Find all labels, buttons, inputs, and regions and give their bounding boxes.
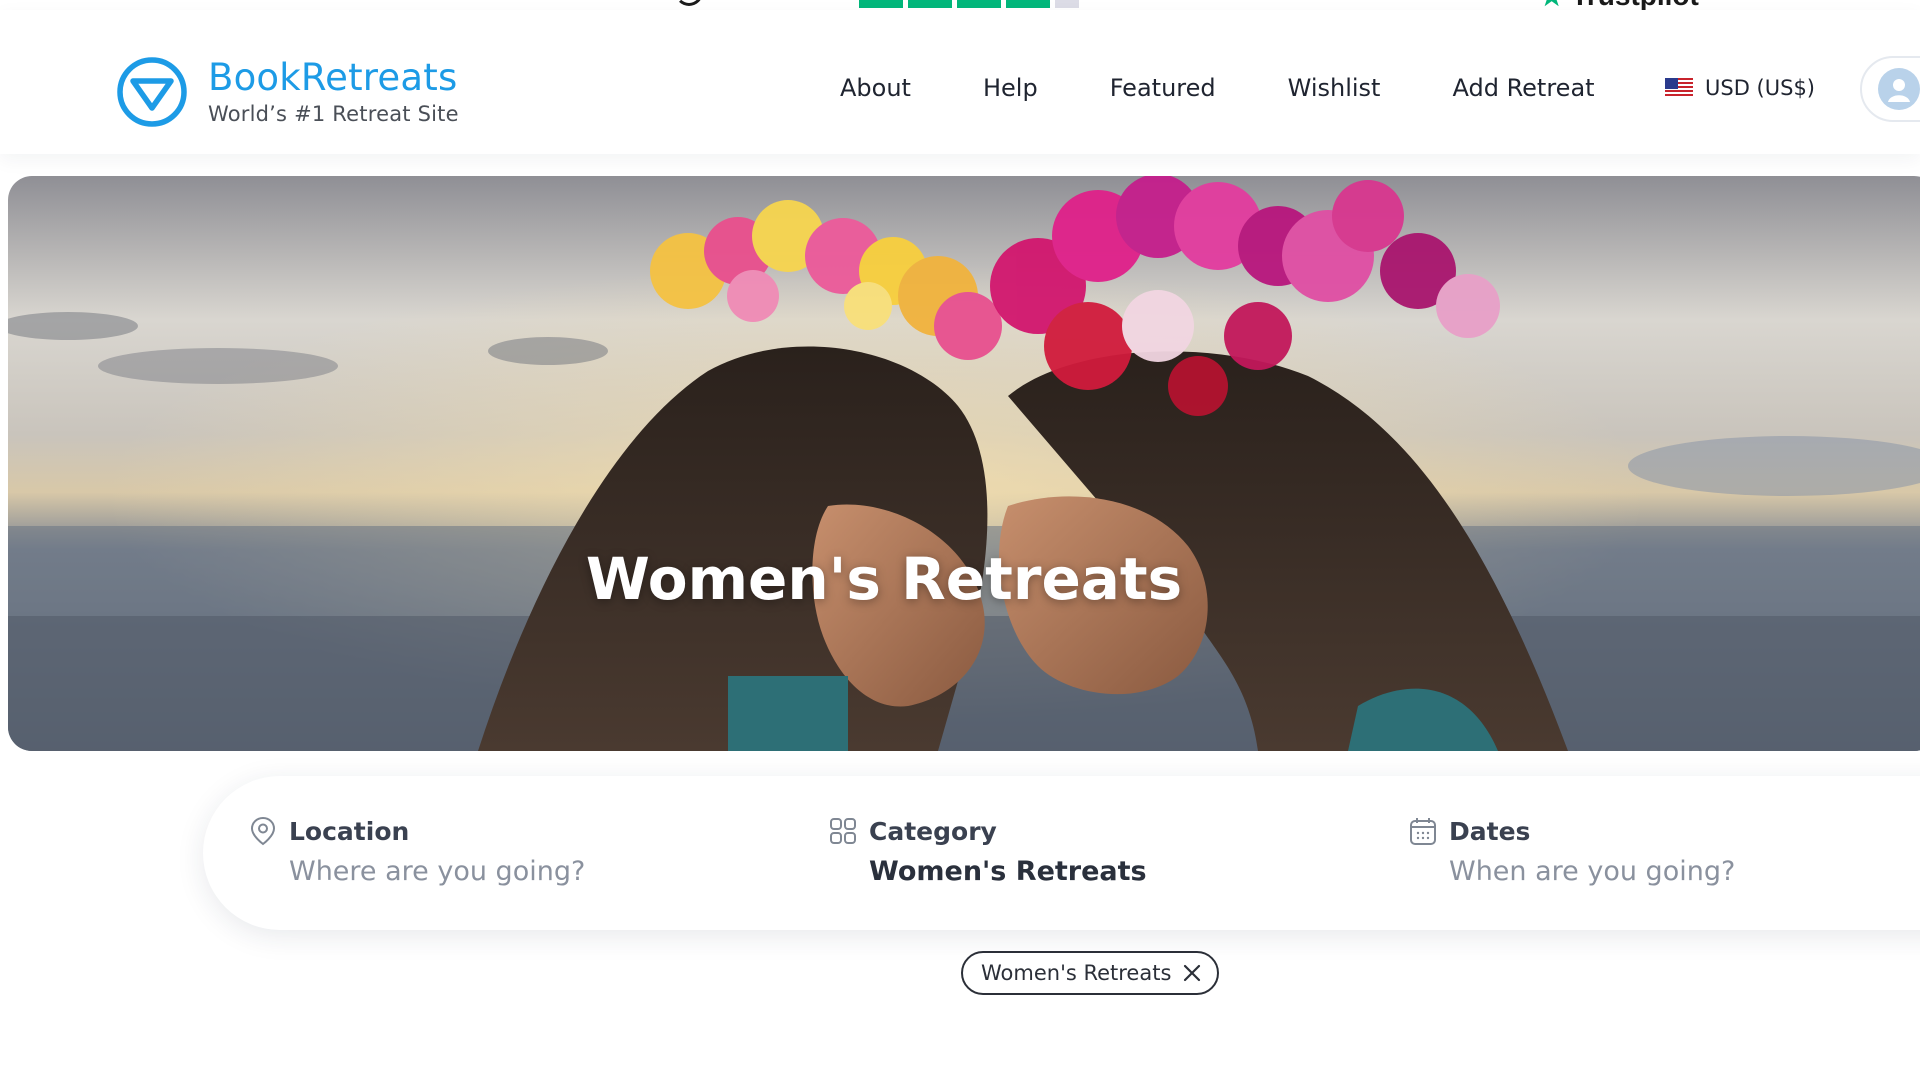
main-nav: About Help Featured Wishlist Add Retreat: [840, 74, 1667, 102]
trustpilot-rating-stars: [859, 0, 1079, 8]
account-menu-button[interactable]: [1860, 56, 1920, 122]
rating-star-icon: [859, 0, 903, 8]
hero-title: Women's Retreats: [585, 545, 1183, 613]
dates-label-row: Dates: [1409, 816, 1735, 846]
map-pin-icon: [250, 816, 276, 846]
user-avatar-icon: [1878, 68, 1920, 110]
location-input[interactable]: Where are you going?: [289, 856, 585, 887]
rating-star-icon: [957, 0, 1001, 8]
trust-strip: ★ Trustpilot: [0, 0, 1920, 11]
close-icon[interactable]: [1183, 964, 1201, 982]
location-label: Location: [289, 816, 410, 846]
site-header: BookRetreats World’s #1 Retreat Site Abo…: [0, 10, 1920, 154]
hero-banner: [8, 176, 1920, 751]
filter-chip-label: Women's Retreats: [981, 961, 1172, 985]
calendar-icon: [1410, 818, 1436, 845]
nav-about[interactable]: About: [840, 74, 911, 102]
dates-label: Dates: [1449, 816, 1531, 846]
currency-label: USD (US$): [1705, 76, 1815, 100]
nav-add-retreat[interactable]: Add Retreat: [1452, 74, 1594, 102]
nav-help[interactable]: Help: [983, 74, 1038, 102]
logo-text: BookRetreats World’s #1 Retreat Site: [208, 59, 459, 126]
brand-logo[interactable]: BookRetreats World’s #1 Retreat Site: [116, 56, 459, 128]
location-label-row: Location: [249, 816, 585, 846]
brand-name: BookRetreats: [208, 55, 458, 99]
location-field[interactable]: Location Where are you going?: [249, 816, 585, 887]
active-filter-chip[interactable]: Women's Retreats: [961, 951, 1220, 995]
search-bar: Location Where are you going? Category W…: [203, 776, 1920, 930]
grid-icon: [830, 818, 856, 844]
rating-star-partial-icon: [1055, 0, 1079, 8]
brand-tagline: World’s #1 Retreat Site: [208, 101, 459, 126]
us-flag-icon: [1665, 78, 1693, 98]
hero-image: [8, 176, 1920, 751]
nav-featured[interactable]: Featured: [1110, 74, 1216, 102]
dates-input[interactable]: When are you going?: [1449, 856, 1735, 887]
rating-text-fragment: [675, 0, 703, 6]
currency-selector[interactable]: USD (US$): [1665, 76, 1815, 100]
rating-star-icon: [908, 0, 952, 8]
logo-icon: [117, 57, 187, 127]
nav-wishlist[interactable]: Wishlist: [1288, 74, 1381, 102]
category-field[interactable]: Category Women's Retreats: [829, 816, 1147, 887]
page: ★ Trustpilot BookRetreats World’s #1 Ret…: [0, 0, 1920, 1068]
category-label: Category: [869, 816, 997, 846]
dates-field[interactable]: Dates When are you going?: [1409, 816, 1735, 887]
rating-star-icon: [1006, 0, 1050, 8]
category-label-row: Category: [829, 816, 1147, 846]
category-select[interactable]: Women's Retreats: [869, 856, 1147, 887]
